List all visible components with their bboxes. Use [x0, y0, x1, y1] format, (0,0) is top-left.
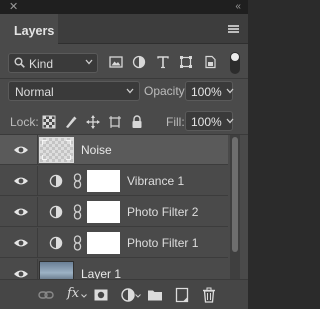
collapse-panel-icon[interactable]: ‹‹	[235, 1, 241, 13]
shape-layer-filter-icon[interactable]	[179, 55, 193, 69]
tab-layers[interactable]: Layers	[0, 14, 58, 45]
layer-row-layer-1[interactable]: Layer 1	[0, 259, 228, 279]
delete-layer-icon[interactable]	[201, 287, 217, 303]
add-layer-style-icon[interactable]: fx	[67, 286, 79, 301]
layers-list: Noise Vibrance 1 Photo Filter 2 Photo Fi…	[0, 135, 248, 279]
layer-row-photo-filter-2[interactable]: Photo Filter 2	[0, 197, 228, 227]
close-panel-icon[interactable]: ✕	[9, 1, 18, 13]
layer-thumbnail[interactable]	[39, 137, 74, 163]
opacity-dropdown-icon[interactable]	[226, 88, 234, 94]
add-mask-icon[interactable]	[93, 287, 109, 303]
layer-mask-thumbnail[interactable]	[87, 232, 120, 254]
layer-mask-thumbnail[interactable]	[87, 170, 120, 192]
divider	[37, 166, 38, 196]
lock-row: Lock: Fill: 100%	[0, 110, 248, 134]
lock-all-icon[interactable]	[130, 115, 144, 129]
visibility-eye-icon[interactable]	[13, 144, 29, 156]
layer-name[interactable]: Layer 1	[81, 267, 121, 279]
adjustment-layer-icon	[49, 174, 63, 188]
layer-name[interactable]: Photo Filter 1	[127, 236, 198, 250]
fill-dropdown-icon[interactable]	[226, 118, 234, 124]
filter-kind-select[interactable]: Kind	[8, 53, 98, 73]
visibility-eye-icon[interactable]	[13, 237, 29, 249]
lock-artboard-icon[interactable]	[108, 115, 122, 129]
layers-bottom-toolbar: fx	[0, 279, 248, 309]
search-icon	[14, 57, 25, 68]
layer-mask-thumbnail[interactable]	[87, 201, 120, 223]
visibility-eye-icon[interactable]	[13, 206, 29, 218]
adjustment-layer-icon	[49, 236, 63, 250]
divider	[37, 197, 38, 227]
fill-value: 100%	[191, 115, 222, 129]
layer-name[interactable]: Noise	[81, 143, 112, 157]
visibility-eye-icon[interactable]	[13, 268, 29, 279]
chevron-down-icon	[81, 294, 87, 298]
visibility-eye-icon[interactable]	[13, 175, 29, 187]
layer-row-vibrance-1[interactable]: Vibrance 1	[0, 166, 228, 196]
smart-object-filter-icon[interactable]	[203, 55, 217, 69]
mask-link-icon[interactable]	[73, 173, 82, 189]
new-adjustment-layer-icon[interactable]	[120, 287, 136, 303]
filter-toggle[interactable]	[230, 52, 240, 74]
blend-mode-value: Normal	[15, 85, 54, 99]
new-group-icon[interactable]	[147, 287, 163, 303]
new-layer-icon[interactable]	[174, 287, 190, 303]
fill-label: Fill:	[166, 115, 185, 129]
layers-scrollbar[interactable]	[230, 135, 240, 279]
panel-title-strip: ✕ ‹‹	[0, 0, 248, 14]
layer-name[interactable]: Vibrance 1	[127, 174, 184, 188]
mask-link-icon[interactable]	[73, 235, 82, 251]
chevron-down-icon	[126, 88, 134, 94]
lock-image-pixels-icon[interactable]	[64, 115, 78, 129]
blend-row: Normal Opacity: 100%	[0, 80, 248, 104]
lock-transparent-pixels-icon[interactable]	[42, 115, 56, 129]
chevron-down-icon	[85, 59, 93, 65]
layers-panel: Layers Kind Normal Opacity: 100% Lock: F…	[0, 14, 248, 309]
layer-name[interactable]: Photo Filter 2	[127, 205, 198, 219]
layer-row-photo-filter-1[interactable]: Photo Filter 1	[0, 228, 228, 258]
divider	[37, 228, 38, 258]
layer-filter-row: Kind	[0, 50, 248, 76]
opacity-value: 100%	[191, 85, 222, 99]
layer-row-noise[interactable]: Noise	[0, 135, 228, 165]
type-layer-filter-icon[interactable]	[156, 55, 170, 69]
divider	[37, 259, 38, 279]
tab-bar: Layers	[0, 14, 248, 45]
chevron-down-icon	[135, 294, 141, 298]
scrollbar-thumb[interactable]	[232, 137, 238, 252]
lock-label: Lock:	[10, 115, 39, 129]
lock-position-icon[interactable]	[86, 115, 100, 129]
filter-kind-label: Kind	[29, 57, 54, 71]
link-layers-icon[interactable]	[38, 287, 54, 303]
divider	[37, 135, 38, 165]
mask-link-icon[interactable]	[73, 204, 82, 220]
pixel-layer-filter-icon[interactable]	[109, 55, 123, 69]
hamburger-icon[interactable]	[228, 25, 239, 33]
adjustment-layer-filter-icon[interactable]	[132, 55, 146, 69]
layer-thumbnail[interactable]	[39, 261, 74, 279]
opacity-label: Opacity:	[144, 84, 189, 98]
blend-mode-select[interactable]: Normal	[8, 81, 140, 101]
divider	[0, 78, 248, 79]
adjustment-layer-icon	[49, 205, 63, 219]
